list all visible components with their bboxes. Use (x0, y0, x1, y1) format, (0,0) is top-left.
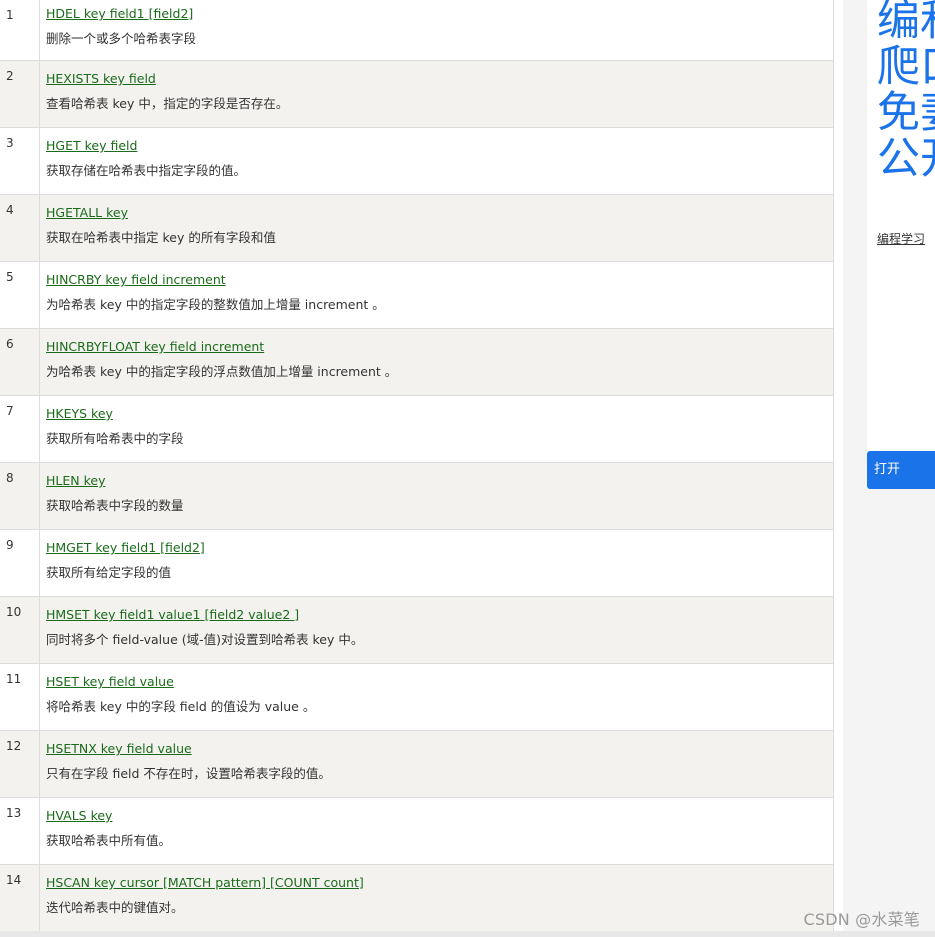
row-number: 14 (0, 865, 40, 931)
command-description: 同时将多个 field-value (域-值)对设置到哈希表 key 中。 (46, 632, 364, 647)
command-description: 删除一个或多个哈希表字段 (46, 31, 197, 46)
command-description: 为哈希表 key 中的指定字段的整数值加上增量 increment 。 (46, 297, 385, 312)
row-number: 6 (0, 329, 40, 395)
command-description: 获取所有哈希表中的字段 (46, 431, 184, 446)
ad-headline-line: 免妻 (877, 88, 935, 138)
table-row: 2 HEXISTS key field 查看哈希表 key 中，指定的字段是否存… (0, 61, 833, 128)
row-number: 5 (0, 262, 40, 328)
command-link[interactable]: HDEL key field1 [field2] (46, 6, 827, 22)
command-description: 获取所有给定字段的值 (46, 565, 172, 580)
table-row: 6 HINCRBYFLOAT key field increment 为哈希表 … (0, 329, 833, 396)
command-description: 获取哈希表中字段的数量 (46, 498, 184, 513)
command-link[interactable]: HSET key field value (46, 674, 827, 690)
command-link[interactable]: HLEN key (46, 473, 827, 489)
command-link[interactable]: HINCRBY key field increment (46, 272, 827, 288)
ad-headline-line: 公开 (877, 134, 935, 184)
command-link[interactable]: HINCRBYFLOAT key field increment (46, 339, 827, 355)
command-description: 为哈希表 key 中的指定字段的浮点数值加上增量 increment 。 (46, 364, 398, 379)
ad-headline-line: 编和 (877, 0, 935, 46)
table-row: 14 HSCAN key cursor [MATCH pattern] [COU… (0, 865, 833, 932)
row-number: 10 (0, 597, 40, 663)
command-link[interactable]: HSCAN key cursor [MATCH pattern] [COUNT … (46, 875, 827, 891)
row-number: 7 (0, 396, 40, 462)
command-description: 获取存储在哈希表中指定字段的值。 (46, 163, 247, 178)
table-row: 8 HLEN key 获取哈希表中字段的数量 (0, 463, 833, 530)
table-row: 5 HINCRBY key field increment 为哈希表 key 中… (0, 262, 833, 329)
table-row: 3 HGET key field 获取存储在哈希表中指定字段的值。 (0, 128, 833, 195)
command-link[interactable]: HSETNX key field value (46, 741, 827, 757)
ad-card[interactable]: 编和 爬口 免妻 公开 编程学习 打开 (867, 0, 935, 489)
command-link[interactable]: HMSET key field1 value1 [field2 value2 ] (46, 607, 827, 623)
command-description: 获取哈希表中所有值。 (46, 833, 172, 848)
table-row: 9 HMGET key field1 [field2] 获取所有给定字段的值 (0, 530, 833, 597)
table-row: 4 HGETALL key 获取在哈希表中指定 key 的所有字段和值 (0, 195, 833, 262)
table-row: 10 HMSET key field1 value1 [field2 value… (0, 597, 833, 664)
table-row: 13 HVALS key 获取哈希表中所有值。 (0, 798, 833, 865)
command-description: 获取在哈希表中指定 key 的所有字段和值 (46, 230, 276, 245)
table-row: 12 HSETNX key field value 只有在字段 field 不存… (0, 731, 833, 798)
row-number: 9 (0, 530, 40, 596)
page: 1 HDEL key field1 [field2] 删除一个或多个哈希表字段 … (0, 0, 935, 937)
bottom-divider (0, 931, 935, 937)
table-row: 11 HSET key field value 将哈希表 key 中的字段 fi… (0, 664, 833, 731)
command-description: 只有在字段 field 不存在时，设置哈希表字段的值。 (46, 766, 331, 781)
command-link[interactable]: HGET key field (46, 138, 827, 154)
command-description: 查看哈希表 key 中，指定的字段是否存在。 (46, 96, 289, 111)
command-description: 将哈希表 key 中的字段 field 的值设为 value 。 (46, 699, 316, 714)
table-row: 1 HDEL key field1 [field2] 删除一个或多个哈希表字段 (0, 0, 833, 61)
row-number: 3 (0, 128, 40, 194)
row-number: 11 (0, 664, 40, 730)
command-link[interactable]: HKEYS key (46, 406, 827, 422)
csdn-watermark: CSDN @水菜笔 (803, 910, 920, 929)
table-row: 7 HKEYS key 获取所有哈希表中的字段 (0, 396, 833, 463)
ad-headline-line: 爬口 (877, 42, 935, 92)
ad-open-button[interactable]: 打开 (867, 451, 935, 489)
row-number: 12 (0, 731, 40, 797)
row-number: 8 (0, 463, 40, 529)
ad-sub-link[interactable]: 编程学习 (877, 230, 925, 247)
row-number: 1 (0, 0, 40, 60)
row-number: 2 (0, 61, 40, 127)
command-link[interactable]: HGETALL key (46, 205, 827, 221)
ad-headline: 编和 爬口 免妻 公开 (877, 0, 935, 182)
command-link[interactable]: HEXISTS key field (46, 71, 827, 87)
command-link[interactable]: HMGET key field1 [field2] (46, 540, 827, 556)
row-number: 4 (0, 195, 40, 261)
hash-command-table: 1 HDEL key field1 [field2] 删除一个或多个哈希表字段 … (0, 0, 834, 932)
command-link[interactable]: HVALS key (46, 808, 827, 824)
row-number: 13 (0, 798, 40, 864)
command-description: 迭代哈希表中的键值对。 (46, 900, 184, 915)
